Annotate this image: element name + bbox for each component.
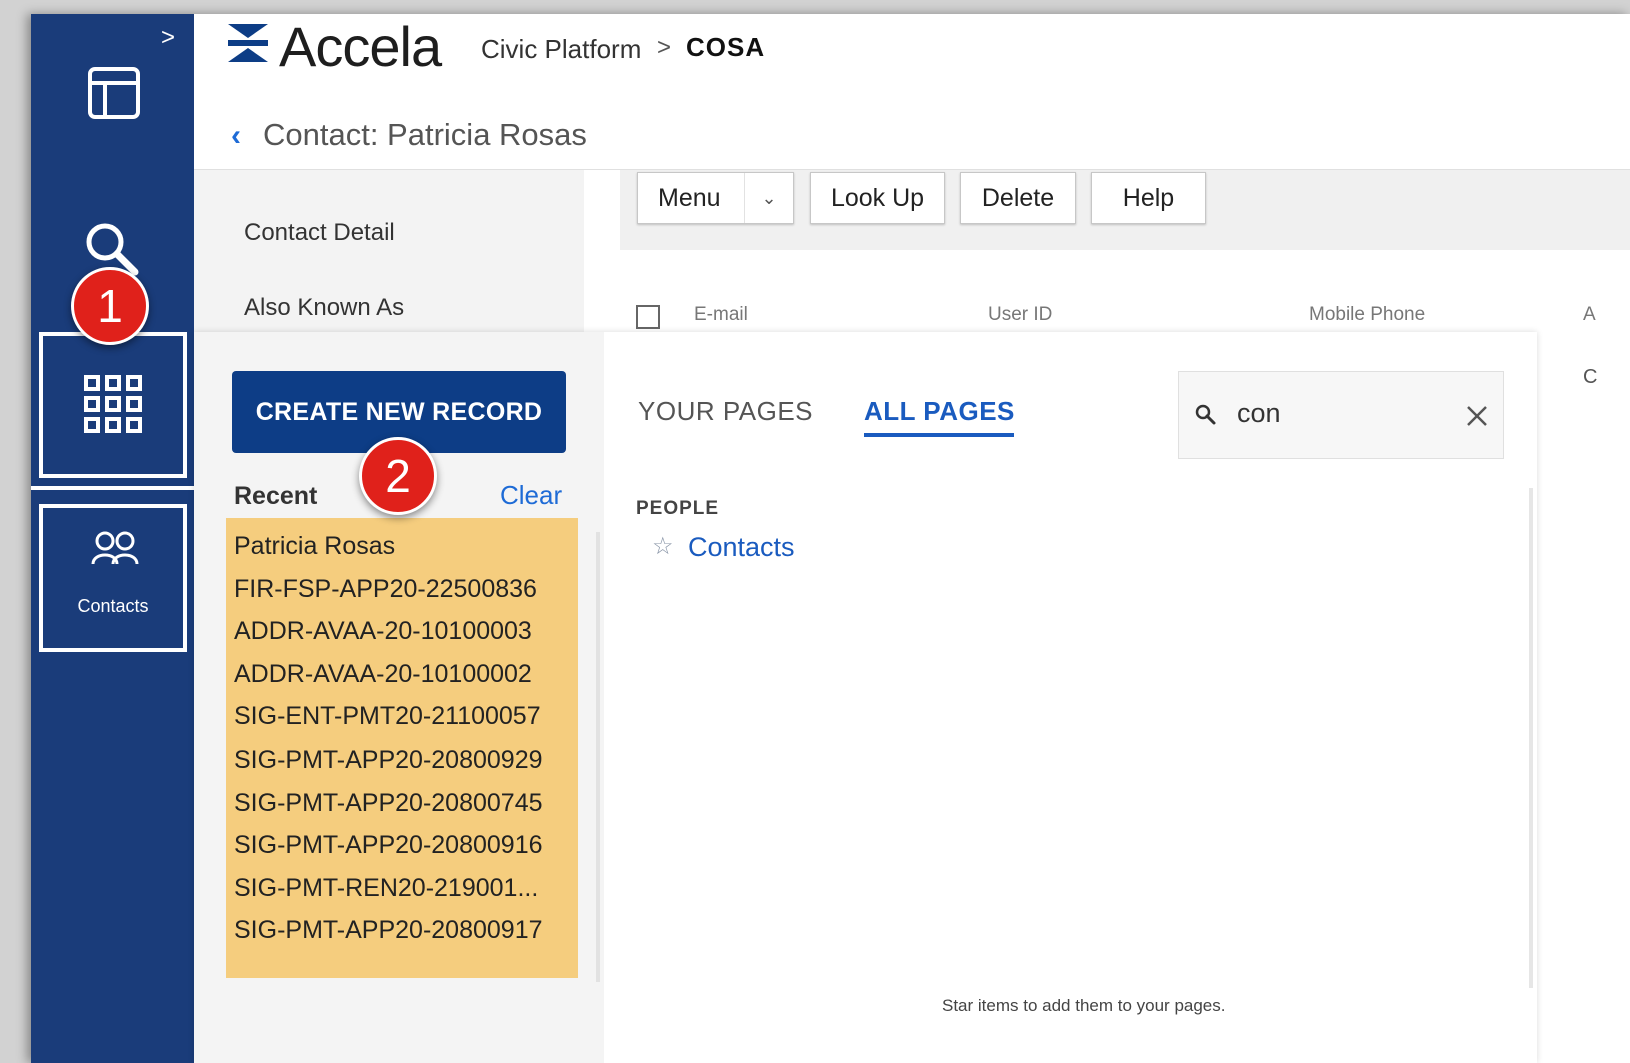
page-title: Contact: Patricia Rosas bbox=[263, 117, 587, 152]
subnav-item-also-known-as[interactable]: Also Known As bbox=[244, 294, 404, 322]
pages-panel: YOUR PAGES ALL PAGES con PEOPLE ☆ Contac… bbox=[604, 332, 1537, 1063]
active-tab-indicator bbox=[864, 433, 1014, 437]
group-label-people: PEOPLE bbox=[636, 498, 720, 519]
left-rail: > Contacts bbox=[31, 14, 194, 1063]
recent-item[interactable]: SIG-PMT-REN20-219001... bbox=[234, 874, 570, 903]
accela-logo-icon bbox=[226, 20, 270, 71]
recent-item[interactable]: SIG-PMT-APP20-20800916 bbox=[234, 831, 570, 860]
contacts-tile[interactable]: Contacts bbox=[39, 504, 187, 652]
help-button[interactable]: Help bbox=[1091, 172, 1206, 224]
breadcrumb-current: COSA bbox=[686, 32, 766, 62]
table-cell-partial: C bbox=[1583, 366, 1598, 388]
chevron-down-icon[interactable]: ⌄ bbox=[744, 173, 793, 223]
expand-rail-icon[interactable]: > bbox=[161, 24, 175, 52]
breadcrumb-separator: > bbox=[657, 34, 672, 61]
star-icon[interactable]: ☆ bbox=[652, 532, 674, 561]
column-header-user-id[interactable]: User ID bbox=[988, 304, 1052, 326]
pages-search-input[interactable]: con bbox=[1178, 371, 1504, 459]
page-link-contacts[interactable]: Contacts bbox=[688, 532, 795, 563]
recent-item[interactable]: SIG-PMT-APP20-20800745 bbox=[234, 789, 570, 818]
recent-item[interactable]: ADDR-AVAA-20-10100003 bbox=[234, 617, 570, 646]
column-header-mobile-phone[interactable]: Mobile Phone bbox=[1309, 304, 1425, 326]
callout-badge-2: 2 bbox=[359, 437, 437, 515]
delete-button[interactable]: Delete bbox=[960, 172, 1076, 224]
recent-scrollbar[interactable] bbox=[596, 532, 600, 982]
subnav-item-contact-detail[interactable]: Contact Detail bbox=[244, 219, 395, 247]
recent-heading: Recent bbox=[234, 482, 318, 510]
app-window: > Contacts Accela Civic Platform > COSA … bbox=[31, 14, 1630, 1063]
menu-button-label: Menu bbox=[658, 183, 721, 212]
select-all-checkbox[interactable] bbox=[636, 305, 660, 329]
lookup-button[interactable]: Look Up bbox=[810, 172, 945, 224]
back-chevron-icon[interactable]: ‹ bbox=[231, 119, 241, 153]
apps-grid-icon bbox=[83, 374, 143, 439]
recent-item[interactable]: SIG-PMT-APP20-20800917 bbox=[234, 916, 570, 945]
contact-subnav: Contact Detail Also Known As bbox=[194, 170, 584, 340]
recent-item[interactable]: SIG-ENT-PMT20-21100057 bbox=[234, 702, 570, 731]
recent-item[interactable]: SIG-PMT-APP20-20800929 bbox=[234, 746, 570, 775]
recent-item[interactable]: FIR-FSP-APP20-22500836 bbox=[234, 575, 570, 604]
callout-badge-1: 1 bbox=[71, 267, 149, 345]
contacts-tile-label: Contacts bbox=[77, 596, 149, 616]
recent-item[interactable]: ADDR-AVAA-20-10100002 bbox=[234, 660, 570, 689]
close-icon[interactable] bbox=[1465, 404, 1489, 433]
apps-launcher-tile[interactable] bbox=[39, 332, 187, 478]
clear-recent-link[interactable]: Clear bbox=[500, 480, 562, 511]
logo-text: Accela bbox=[279, 15, 442, 78]
tab-your-pages[interactable]: YOUR PAGES bbox=[638, 396, 813, 427]
recent-item[interactable]: Patricia Rosas bbox=[234, 532, 570, 561]
menu-button[interactable]: Menu ⌄ bbox=[637, 172, 794, 224]
dashboard-layout-icon[interactable] bbox=[87, 66, 141, 125]
column-header-partial[interactable]: A bbox=[1583, 304, 1596, 326]
recent-list: Patricia Rosas FIR-FSP-APP20-22500836 AD… bbox=[226, 518, 578, 978]
column-header-email[interactable]: E-mail bbox=[694, 304, 748, 326]
star-hint: Star items to add them to your pages. bbox=[942, 996, 1226, 1015]
contacts-icon bbox=[91, 530, 139, 571]
tab-all-pages[interactable]: ALL PAGES bbox=[864, 396, 1015, 427]
rail-divider bbox=[31, 486, 194, 490]
pages-scrollbar[interactable] bbox=[1529, 488, 1533, 988]
breadcrumb-root[interactable]: Civic Platform bbox=[481, 34, 641, 65]
search-small-icon bbox=[1195, 404, 1217, 431]
search-value: con bbox=[1237, 398, 1281, 428]
